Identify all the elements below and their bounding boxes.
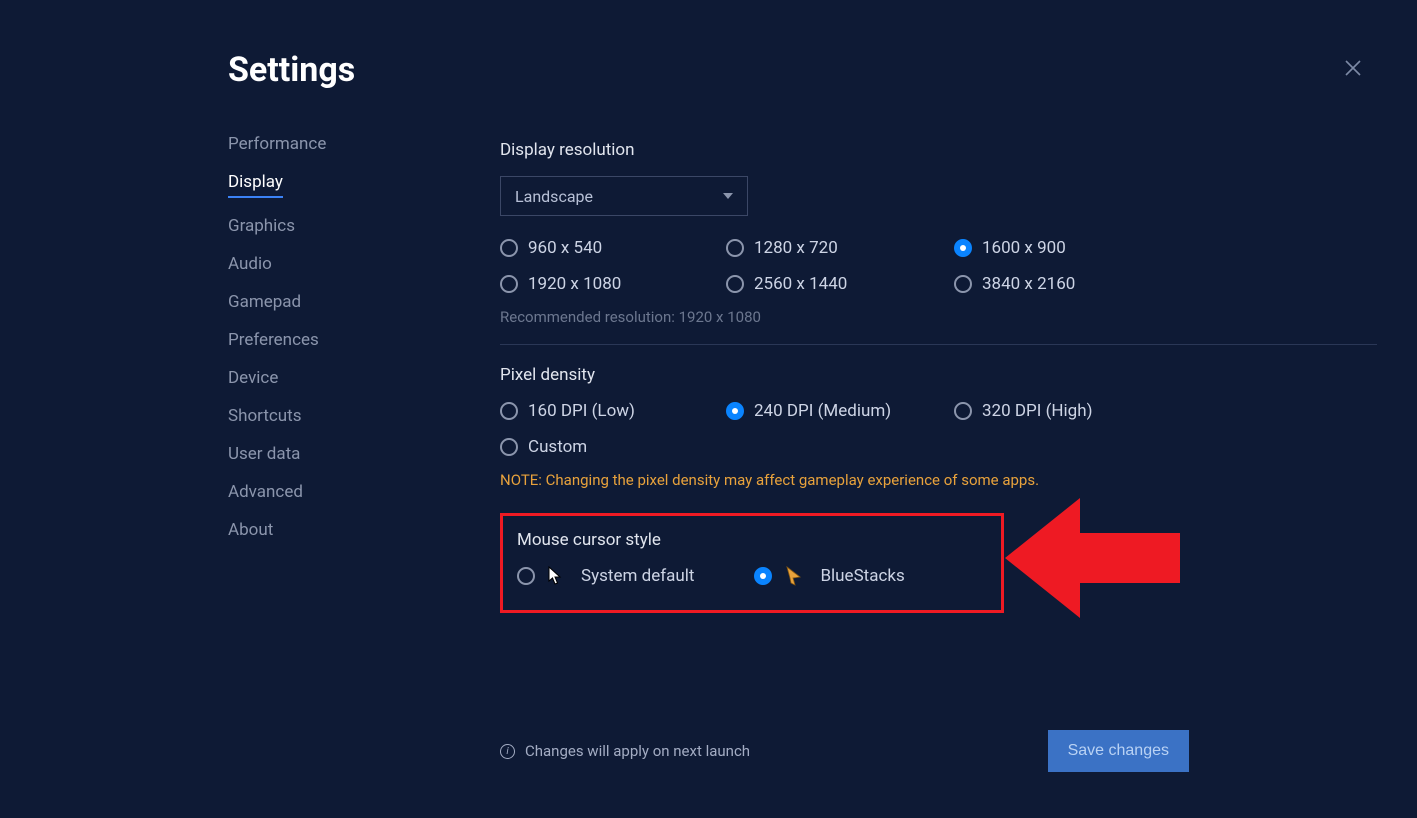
radio-icon bbox=[954, 275, 972, 293]
sidebar-item-advanced[interactable]: Advanced bbox=[228, 482, 303, 502]
cursor-bluestacks-icon bbox=[784, 566, 802, 586]
footer-info: i Changes will apply on next launch bbox=[500, 742, 750, 760]
cursor-option-label: System default bbox=[581, 566, 694, 586]
cursor-option-label: BlueStacks bbox=[820, 566, 904, 586]
resolution-option-label: 960 x 540 bbox=[528, 238, 602, 258]
orientation-dropdown[interactable]: Landscape bbox=[500, 176, 748, 216]
radio-icon bbox=[726, 275, 744, 293]
radio-icon bbox=[726, 239, 744, 257]
page-title: Settings bbox=[228, 50, 1377, 90]
cursor-option-system-default[interactable]: System default bbox=[517, 566, 694, 586]
mouse-cursor-title: Mouse cursor style bbox=[517, 530, 985, 550]
footer-info-text: Changes will apply on next launch bbox=[525, 742, 750, 760]
pixel-density-title: Pixel density bbox=[500, 365, 1377, 385]
pixel-density-note: NOTE: Changing the pixel density may aff… bbox=[500, 471, 1377, 489]
display-resolution-title: Display resolution bbox=[500, 140, 1377, 160]
radio-icon bbox=[500, 438, 518, 456]
radio-icon bbox=[517, 567, 535, 585]
sidebar-item-graphics[interactable]: Graphics bbox=[228, 216, 295, 236]
pixel-density-option-label: 160 DPI (Low) bbox=[528, 401, 635, 421]
pixel-density-option[interactable]: 160 DPI (Low) bbox=[500, 401, 726, 421]
pixel-density-option[interactable]: Custom bbox=[500, 437, 726, 457]
divider bbox=[500, 344, 1377, 345]
radio-icon bbox=[954, 402, 972, 420]
resolution-option[interactable]: 1280 x 720 bbox=[726, 238, 954, 258]
sidebar-item-gamepad[interactable]: Gamepad bbox=[228, 292, 301, 312]
resolution-option[interactable]: 960 x 540 bbox=[500, 238, 726, 258]
cursor-default-icon bbox=[547, 566, 563, 586]
sidebar-item-about[interactable]: About bbox=[228, 520, 273, 540]
pixel-density-option[interactable]: 240 DPI (Medium) bbox=[726, 401, 954, 421]
sidebar-item-audio[interactable]: Audio bbox=[228, 254, 272, 274]
pixel-density-option-label: Custom bbox=[528, 437, 587, 457]
mouse-cursor-section-highlight: Mouse cursor style System default bbox=[500, 513, 1004, 613]
radio-icon bbox=[500, 275, 518, 293]
resolution-option[interactable]: 3840 x 2160 bbox=[954, 274, 1182, 294]
radio-icon bbox=[726, 402, 744, 420]
radio-icon bbox=[500, 402, 518, 420]
sidebar-item-display[interactable]: Display bbox=[228, 172, 283, 198]
sidebar-item-preferences[interactable]: Preferences bbox=[228, 330, 319, 350]
resolution-option[interactable]: 2560 x 1440 bbox=[726, 274, 954, 294]
resolution-option[interactable]: 1920 x 1080 bbox=[500, 274, 726, 294]
pixel-density-option-label: 320 DPI (High) bbox=[982, 401, 1093, 421]
chevron-down-icon bbox=[723, 193, 733, 199]
sidebar-item-user-data[interactable]: User data bbox=[228, 444, 300, 464]
sidebar-item-shortcuts[interactable]: Shortcuts bbox=[228, 406, 302, 426]
resolution-option-label: 2560 x 1440 bbox=[754, 274, 847, 294]
radio-icon bbox=[754, 567, 772, 585]
resolution-option[interactable]: 1600 x 900 bbox=[954, 238, 1182, 258]
radio-icon bbox=[954, 239, 972, 257]
cursor-option-bluestacks[interactable]: BlueStacks bbox=[754, 566, 904, 586]
info-icon: i bbox=[500, 744, 515, 759]
footer: i Changes will apply on next launch Save… bbox=[500, 730, 1189, 772]
sidebar-item-device[interactable]: Device bbox=[228, 368, 278, 388]
recommended-resolution: Recommended resolution: 1920 x 1080 bbox=[500, 308, 1377, 326]
resolution-option-label: 1280 x 720 bbox=[754, 238, 838, 258]
resolution-option-label: 1920 x 1080 bbox=[528, 274, 621, 294]
pixel-density-option-label: 240 DPI (Medium) bbox=[754, 401, 891, 421]
resolution-option-label: 3840 x 2160 bbox=[982, 274, 1075, 294]
orientation-value: Landscape bbox=[515, 187, 593, 206]
pixel-density-option[interactable]: 320 DPI (High) bbox=[954, 401, 1182, 421]
radio-icon bbox=[500, 239, 518, 257]
save-changes-button[interactable]: Save changes bbox=[1048, 730, 1189, 772]
resolution-option-label: 1600 x 900 bbox=[982, 238, 1066, 258]
sidebar-item-performance[interactable]: Performance bbox=[228, 134, 326, 154]
main-panel: Display resolution Landscape 960 x 540 12… bbox=[500, 134, 1377, 613]
sidebar: Performance Display Graphics Audio Gamepad Pr… bbox=[228, 134, 500, 613]
